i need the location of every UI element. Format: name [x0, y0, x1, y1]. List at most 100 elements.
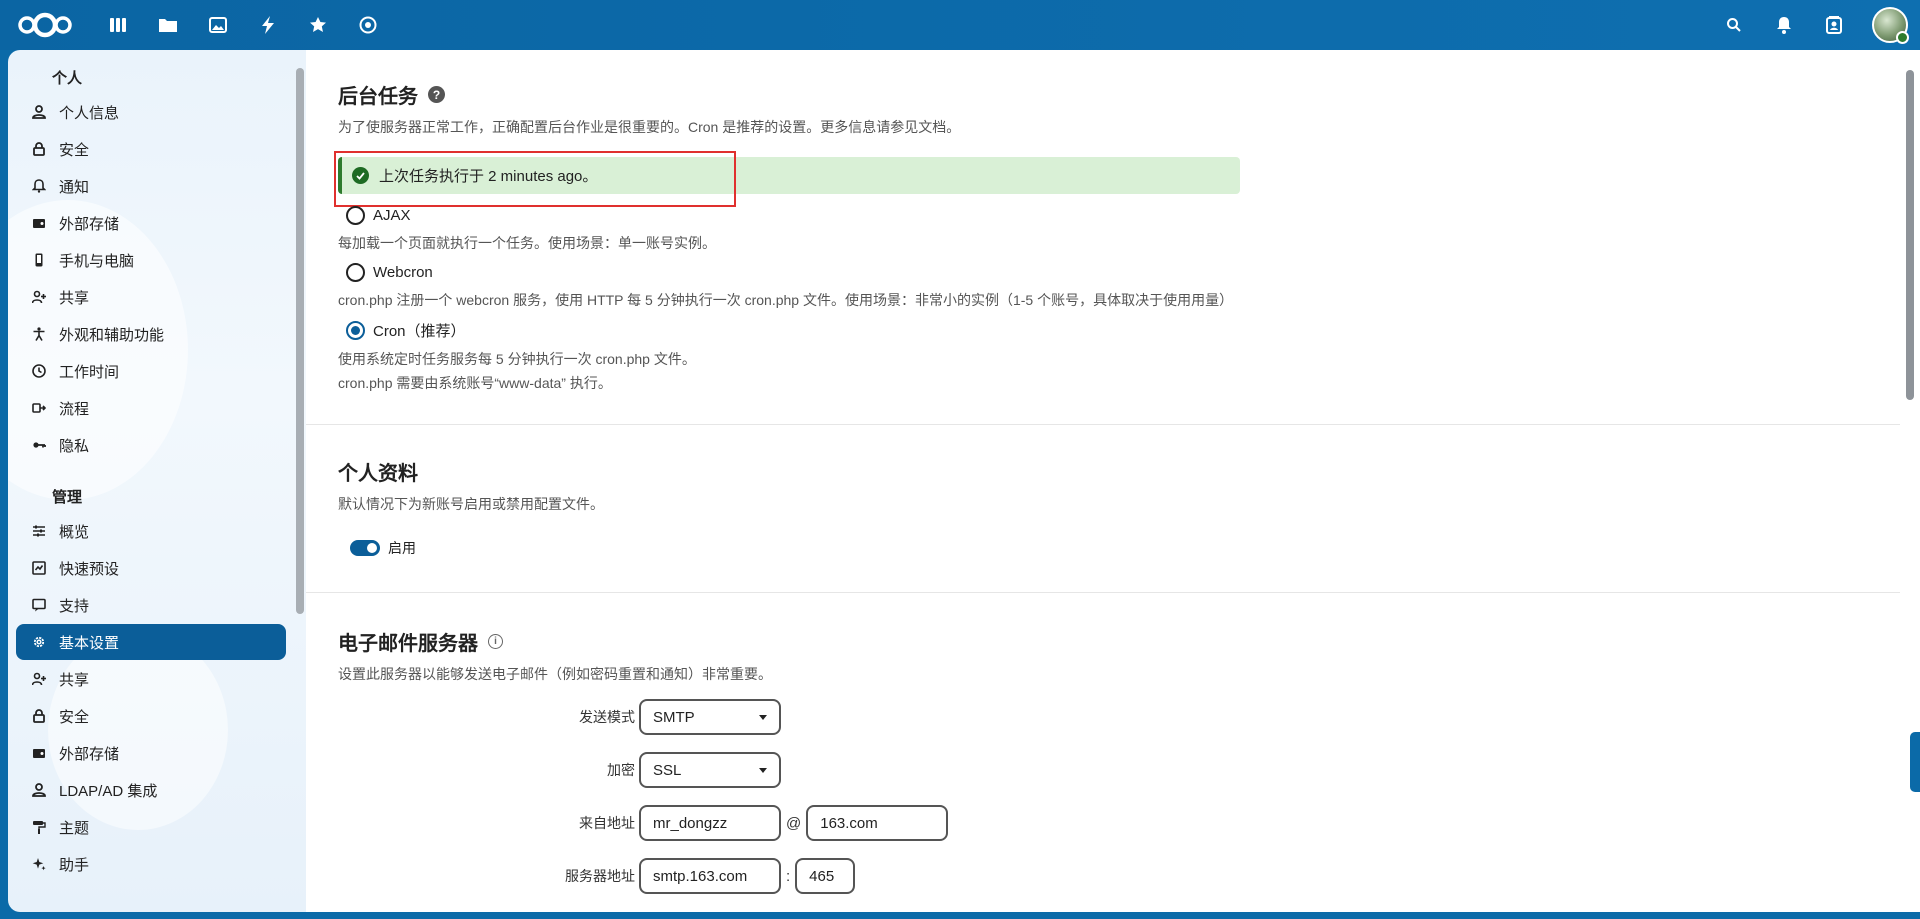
sidebar-item-label: 基本设置: [59, 634, 120, 652]
circles-icon[interactable]: [356, 13, 380, 37]
gear-icon: [31, 634, 47, 650]
sidebar-item-share[interactable]: 共享: [16, 279, 286, 315]
sidebar-item-label: 安全: [59, 141, 90, 159]
sidebar-item-clock[interactable]: 工作时间: [16, 353, 286, 389]
encryption-select[interactable]: SSL: [639, 752, 781, 788]
phone-icon: [31, 252, 47, 268]
sidebar-item-label: 支持: [59, 597, 90, 615]
encryption-row: 加密 SSL: [338, 751, 1868, 789]
paint-roller-icon: [31, 819, 47, 835]
lock-icon: [31, 708, 47, 724]
radio-cron-indicator[interactable]: [346, 321, 365, 340]
background-jobs-description: 为了使服务器正常工作，正确配置后台作业是很重要的。Cron 是推荐的设置。更多信…: [338, 119, 961, 135]
share-icon: [31, 289, 47, 305]
dashboard-icon[interactable]: [106, 13, 130, 37]
sidebar-section-personal: 个人: [52, 70, 83, 87]
profile-toggle-label: 启用: [388, 540, 416, 556]
sliders-icon: [31, 523, 47, 539]
sidebar-item-label: 快速预设: [59, 560, 120, 578]
profile-toggle[interactable]: [350, 540, 380, 556]
sidebar-item-label: 外观和辅助功能: [59, 326, 165, 344]
sidebar-item-lock[interactable]: 安全: [16, 698, 286, 734]
sidebar-item-sparkle[interactable]: 助手: [16, 846, 286, 882]
caret-down-icon: [759, 767, 767, 773]
main-scrollbar-thumb[interactable]: [1906, 70, 1914, 400]
sidebar-item-user[interactable]: 个人信息: [16, 94, 286, 130]
favorites-icon[interactable]: [306, 13, 330, 37]
sidebar-scrollbar[interactable]: [296, 68, 304, 614]
highlight-annotation: [334, 151, 736, 207]
radio-ajax-label: AJAX: [373, 207, 411, 224]
radio-webcron-label: Webcron: [373, 264, 433, 281]
email-server-description: 设置此服务器以能够发送电子邮件（例如密码重置和通知）非常重要。: [338, 666, 772, 682]
help-icon[interactable]: ?: [428, 86, 445, 103]
sidebar-item-share[interactable]: 共享: [16, 661, 286, 697]
server-port-value: 465: [809, 867, 835, 885]
from-domain-input[interactable]: 163.com: [806, 805, 949, 841]
server-host-value: smtp.163.com: [653, 867, 748, 885]
encryption-label: 加密: [607, 762, 635, 778]
sidebar-item-label: 工作时间: [59, 363, 120, 381]
nextcloud-logo[interactable]: [14, 11, 76, 39]
user-avatar[interactable]: [1872, 7, 1909, 44]
external-storage-icon: [31, 215, 47, 231]
background-jobs-section: 后台任务 ? 为了使服务器正常工作，正确配置后台作业是很重要的。Cron 是推荐…: [306, 50, 1900, 425]
send-mode-label: 发送模式: [579, 709, 635, 725]
sidebar-item-key[interactable]: 隐私: [16, 427, 286, 463]
search-icon[interactable]: [1722, 13, 1746, 37]
external-storage-icon: [31, 745, 47, 761]
sidebar-item-label: 外部存储: [59, 215, 120, 233]
sidebar-item-paint-roller[interactable]: 主题: [16, 809, 286, 845]
sidebar-item-label: 助手: [59, 856, 90, 874]
email-server-title: 电子邮件服务器: [338, 633, 478, 655]
files-icon[interactable]: [156, 13, 180, 37]
notifications-icon[interactable]: [1772, 13, 1796, 37]
photos-icon[interactable]: [206, 13, 230, 37]
sidebar-item-lock[interactable]: 安全: [16, 131, 286, 167]
share-icon: [31, 671, 47, 687]
background-jobs-title: 后台任务: [338, 86, 418, 108]
profile-toggle-row[interactable]: 启用: [350, 538, 1868, 558]
profile-description: 默认情况下为新账号启用或禁用配置文件。: [338, 496, 604, 512]
from-address-label: 来自地址: [579, 815, 635, 831]
sidebar-item-accessibility[interactable]: 外观和辅助功能: [16, 316, 286, 352]
sidebar-item-phone[interactable]: 手机与电脑: [16, 242, 286, 278]
cron-description: 使用系统定时任务服务每 5 分钟执行一次 cron.php 文件。: [338, 351, 696, 367]
radio-webcron-indicator[interactable]: [346, 263, 365, 282]
sidebar-item-label: 概览: [59, 523, 90, 541]
radio-ajax[interactable]: AJAX: [346, 206, 1868, 225]
port-separator: :: [786, 867, 791, 885]
sidebar-item-label: 安全: [59, 708, 90, 726]
bell-icon: [31, 178, 47, 194]
sidebar-item-bell[interactable]: 通知: [16, 168, 286, 204]
support-icon: [31, 597, 47, 613]
key-icon: [31, 437, 47, 453]
contacts-icon[interactable]: [1822, 13, 1846, 37]
send-mode-select[interactable]: SMTP: [639, 699, 781, 735]
info-icon[interactable]: i: [488, 634, 503, 649]
sidebar-item-external-storage[interactable]: 外部存储: [16, 735, 286, 771]
sidebar-item-sliders[interactable]: 概览: [16, 513, 286, 549]
radio-webcron[interactable]: Webcron: [346, 263, 1868, 282]
radio-cron[interactable]: Cron（推荐）: [346, 320, 1868, 341]
sidebar-item-gear[interactable]: 基本设置: [16, 624, 286, 660]
from-user-input[interactable]: mr_dongzz: [639, 805, 781, 841]
clock-icon: [31, 363, 47, 379]
sidebar-item-flow[interactable]: 流程: [16, 390, 286, 426]
sidebar-item-label: 外部存储: [59, 745, 120, 763]
profile-section: 个人资料 默认情况下为新账号启用或禁用配置文件。 启用: [306, 425, 1900, 593]
top-header: [0, 0, 1920, 50]
sparkle-icon: [31, 856, 47, 872]
cron-user-note: cron.php 需要由系统账号“www-data” 执行。: [338, 375, 612, 391]
activity-icon[interactable]: [256, 13, 280, 37]
side-panel-handle[interactable]: [1910, 732, 1920, 792]
server-port-input[interactable]: 465: [795, 858, 856, 894]
server-host-input[interactable]: smtp.163.com: [639, 858, 781, 894]
from-address-row: 来自地址 mr_dongzz @ 163.com: [338, 804, 1868, 842]
sidebar-item-preset[interactable]: 快速预设: [16, 550, 286, 586]
sidebar-item-user[interactable]: LDAP/AD 集成: [16, 772, 286, 808]
settings-sidebar: 个人 个人信息 安全 通知 外部存储 手机与电脑 共享 外观和辅助功能 工作时间 流程 隐私 管理…: [8, 50, 306, 912]
radio-ajax-indicator[interactable]: [346, 206, 365, 225]
sidebar-item-external-storage[interactable]: 外部存储: [16, 205, 286, 241]
sidebar-item-support[interactable]: 支持: [16, 587, 286, 623]
